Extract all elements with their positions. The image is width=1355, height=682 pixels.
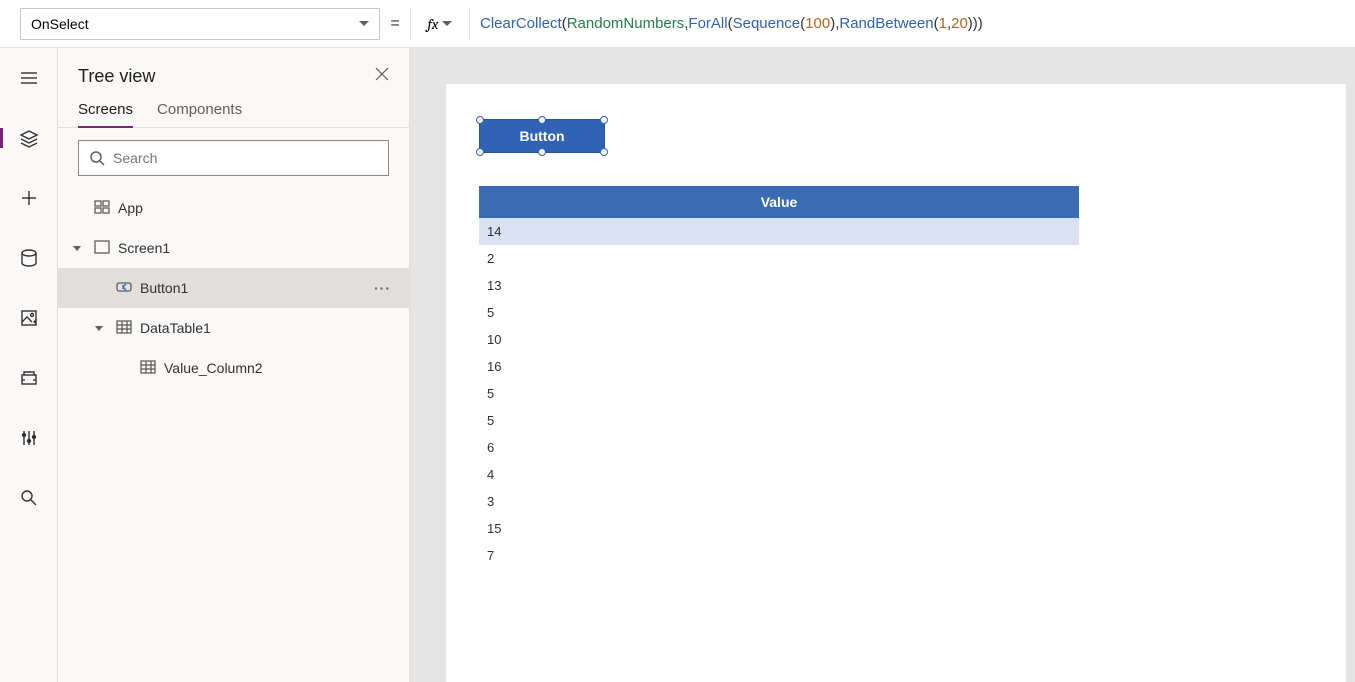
datatable-control[interactable]: Value 142135101655643157 (479, 186, 1079, 569)
tree-node-button1[interactable]: Button1 ··· (58, 268, 409, 308)
selection-handle[interactable] (600, 116, 608, 124)
formula-token: RandomNumbers (567, 15, 685, 32)
formula-token: RandBetween (839, 15, 933, 32)
tree-view-panel: Tree view Screens Components App Screen1 Bu… (58, 48, 410, 682)
data-button[interactable] (7, 244, 51, 272)
formula-bar: OnSelect = fx ClearCollect( RandomNumber… (0, 0, 1355, 48)
more-icon[interactable]: ··· (374, 280, 391, 296)
search-icon (89, 150, 105, 166)
canvas-area: Button Value 142135101655643157 (410, 48, 1355, 682)
fx-label: fx (428, 15, 439, 33)
hamburger-button[interactable] (7, 64, 51, 92)
tree-view-button[interactable] (7, 124, 51, 152)
formula-token: ForAll (688, 15, 727, 32)
selection-handle[interactable] (476, 116, 484, 124)
variables-button[interactable] (7, 364, 51, 392)
tree-node-label: DataTable1 (140, 320, 211, 336)
tree-node-screen1[interactable]: Screen1 (58, 228, 409, 268)
chevron-down-icon (442, 21, 452, 26)
button-control-label: Button (519, 128, 564, 144)
datatable-row[interactable]: 3 (479, 488, 1079, 515)
advanced-icon (19, 428, 39, 448)
expander-icon[interactable] (90, 319, 108, 337)
advanced-button[interactable] (7, 424, 51, 452)
canvas[interactable]: Button Value 142135101655643157 (446, 84, 1346, 682)
datatable-row[interactable]: 6 (479, 434, 1079, 461)
datatable-row[interactable]: 5 (479, 407, 1079, 434)
tree-tabs: Screens Components (58, 95, 409, 128)
datatable-header[interactable]: Value (479, 186, 1079, 218)
chevron-down-icon (359, 21, 369, 26)
formula-token: ) (978, 15, 983, 32)
datatable-row[interactable]: 16 (479, 353, 1079, 380)
selection-handle[interactable] (538, 116, 546, 124)
equals-sign: = (380, 15, 410, 33)
tree-node-datatable1[interactable]: DataTable1 (58, 308, 409, 348)
tab-screens[interactable]: Screens (78, 101, 133, 128)
column-icon (140, 359, 156, 378)
fx-button[interactable]: fx (410, 8, 470, 40)
tree-search-input[interactable] (113, 150, 378, 166)
datatable-row[interactable]: 4 (479, 461, 1079, 488)
datatable-row[interactable]: 10 (479, 326, 1079, 353)
datatable-row[interactable]: 2 (479, 245, 1079, 272)
tree-node-label: Button1 (140, 280, 188, 296)
formula-token: Sequence (733, 15, 801, 32)
datatable-row[interactable]: 7 (479, 542, 1079, 569)
search-nav-icon (19, 488, 39, 508)
variables-icon (19, 368, 39, 388)
datatable-row[interactable]: 5 (479, 380, 1079, 407)
selection-handle[interactable] (538, 148, 546, 156)
formula-token: 100 (805, 15, 830, 32)
formula-token: 20 (951, 15, 968, 32)
media-button[interactable] (7, 304, 51, 332)
button-control[interactable]: Button (479, 119, 605, 153)
data-icon (19, 248, 39, 268)
media-icon (19, 308, 39, 328)
expander-icon[interactable] (68, 239, 86, 257)
datatable-row[interactable]: 5 (479, 299, 1079, 326)
selection-handle[interactable] (476, 148, 484, 156)
datatable-row[interactable]: 13 (479, 272, 1079, 299)
screen-icon (94, 239, 110, 258)
button-icon (116, 279, 132, 298)
app-icon (94, 199, 110, 218)
formula-input[interactable]: ClearCollect( RandomNumbers, ForAll( Seq… (470, 8, 1355, 40)
left-rail (0, 48, 58, 682)
tab-components[interactable]: Components (157, 101, 242, 127)
property-selector[interactable]: OnSelect (20, 8, 380, 40)
tree-node-app[interactable]: App (58, 188, 409, 228)
formula-token: 1 (939, 15, 947, 32)
insert-button[interactable] (7, 184, 51, 212)
datatable-row[interactable]: 15 (479, 515, 1079, 542)
table-icon (116, 319, 132, 338)
close-icon[interactable] (375, 67, 389, 86)
tree-node-label: Value_Column2 (164, 360, 263, 376)
tree-view-icon (19, 128, 39, 148)
tree-list: App Screen1 Button1 ··· DataTable1 Value_Colu… (58, 188, 409, 682)
tree-node-label: App (118, 200, 143, 216)
selection-handle[interactable] (600, 148, 608, 156)
tree-node-value_column2[interactable]: Value_Column2 (58, 348, 409, 388)
datatable-row[interactable]: 14 (479, 218, 1079, 245)
formula-token: ClearCollect (480, 15, 562, 32)
property-selector-value: OnSelect (31, 16, 89, 32)
search-nav-button[interactable] (7, 484, 51, 512)
tree-search-box[interactable] (78, 140, 389, 176)
insert-icon (19, 188, 39, 208)
tree-node-label: Screen1 (118, 240, 170, 256)
tree-view-title: Tree view (78, 66, 155, 87)
hamburger-icon (19, 68, 39, 88)
